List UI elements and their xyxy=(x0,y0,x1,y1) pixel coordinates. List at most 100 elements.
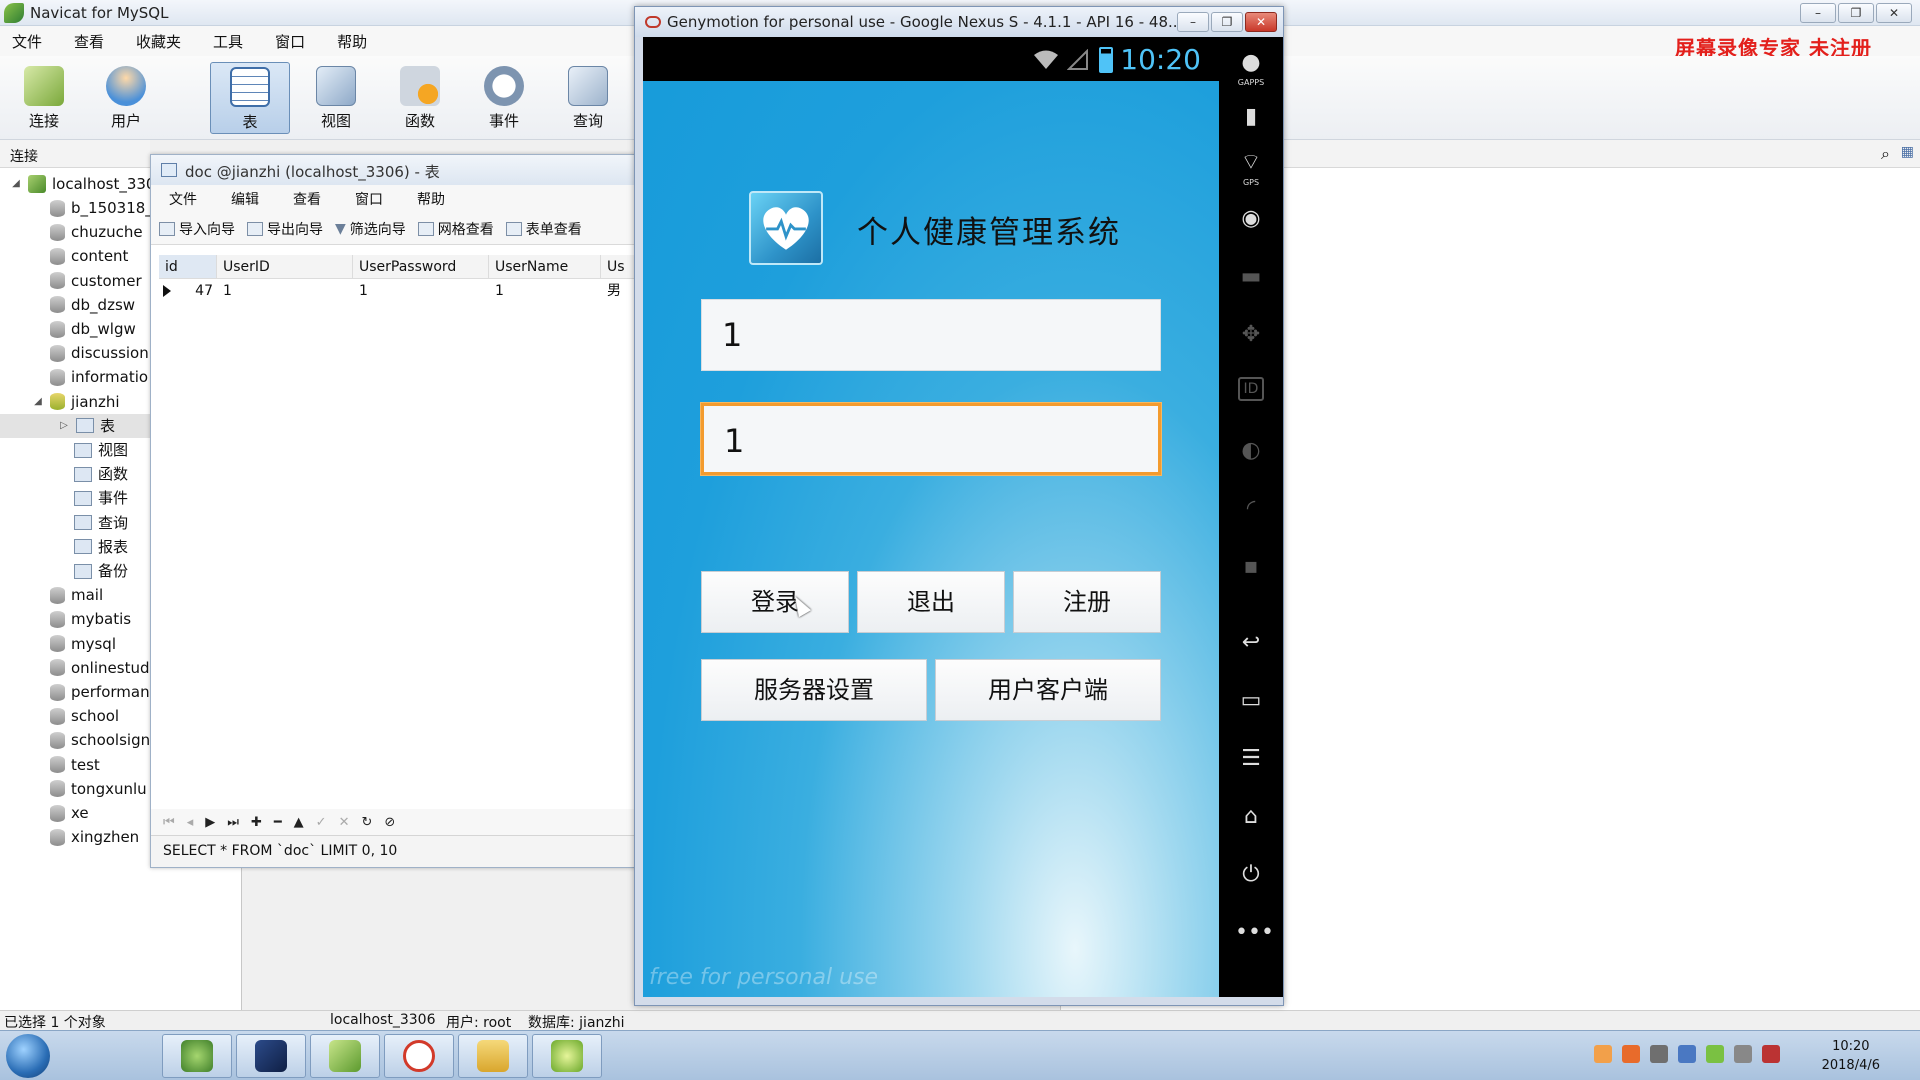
taskbar-explorer[interactable] xyxy=(458,1034,528,1078)
tree-database[interactable]: informatio xyxy=(50,365,148,389)
device-id-icon[interactable]: ID xyxy=(1238,377,1264,401)
cell-userid[interactable]: 1 xyxy=(217,279,353,303)
tree-database[interactable]: db_dzsw xyxy=(50,293,135,317)
taskbar-navicat[interactable] xyxy=(310,1034,380,1078)
tree-database[interactable]: b_150318_ xyxy=(50,196,153,220)
doc-menu-help[interactable]: 帮助 xyxy=(405,189,457,209)
column-header-username[interactable]: UserName xyxy=(489,255,601,279)
collapse-icon[interactable]: ◢ xyxy=(32,390,44,414)
tree-database[interactable]: performan xyxy=(50,680,150,704)
tree-database[interactable]: mail xyxy=(50,583,103,607)
register-button[interactable]: 注册 xyxy=(1013,571,1161,633)
delete-record-icon[interactable]: ━ xyxy=(274,815,282,830)
tree-database[interactable]: mysql xyxy=(50,632,116,656)
collapse-icon[interactable]: ◢ xyxy=(10,172,22,196)
column-header-id[interactable]: id xyxy=(159,255,217,279)
export-wizard-button[interactable]: 导出向导 xyxy=(247,219,323,239)
column-header-userid[interactable]: UserID xyxy=(217,255,353,279)
tree-object-node[interactable]: 事件 xyxy=(74,486,128,510)
gps-icon[interactable]: ⌔ GPS xyxy=(1235,147,1267,187)
doc-menu-file[interactable]: 文件 xyxy=(157,189,209,209)
discard-icon[interactable]: ✕ xyxy=(339,815,350,830)
taskbar-genymotion[interactable] xyxy=(384,1034,454,1078)
server-settings-button[interactable]: 服务器设置 xyxy=(701,659,927,721)
tree-database[interactable]: content xyxy=(50,244,128,268)
username-field[interactable]: 1 xyxy=(701,299,1161,371)
menu-file[interactable]: 文件 xyxy=(0,31,54,52)
tree-database[interactable]: mybatis xyxy=(50,607,131,631)
close-button[interactable]: ✕ xyxy=(1876,3,1912,23)
tree-database[interactable]: onlinestud xyxy=(50,656,149,680)
cell-username[interactable]: 1 xyxy=(489,279,601,303)
tree-database[interactable]: xe xyxy=(50,801,89,825)
tree-database[interactable]: xingzhen xyxy=(50,825,139,849)
menu-tools[interactable]: 工具 xyxy=(201,31,255,52)
volume-icon[interactable] xyxy=(1734,1045,1752,1063)
tree-object-node[interactable]: 报表 xyxy=(74,535,128,559)
tray-ime-icon[interactable] xyxy=(1594,1045,1612,1063)
toolbar-table-button[interactable]: 表 xyxy=(210,62,290,134)
power-icon[interactable]: ⏻ xyxy=(1235,859,1267,891)
battery-widget-icon[interactable]: ▮ xyxy=(1235,101,1267,133)
taskbar-clock[interactable]: 10:20 2018/4/6 xyxy=(1822,1037,1880,1075)
webcam-icon[interactable]: ◉ xyxy=(1235,203,1267,235)
tree-server[interactable]: ◢ localhost_3306 xyxy=(10,172,165,196)
cell-us[interactable]: 男 xyxy=(601,279,635,303)
tree-database[interactable]: discussion xyxy=(50,341,149,365)
menu-icon[interactable]: ☰ xyxy=(1235,743,1267,775)
doc-menu-window[interactable]: 窗口 xyxy=(343,189,395,209)
refresh-icon[interactable]: ↻ xyxy=(361,815,372,830)
toolbar-query-button[interactable]: 查询 xyxy=(548,62,628,134)
network-icon[interactable]: ◜ xyxy=(1235,493,1267,525)
cell-userpassword[interactable]: 1 xyxy=(353,279,489,303)
search-icon[interactable]: ⌕ xyxy=(1881,144,1890,164)
last-record-icon[interactable]: ⏭ xyxy=(227,815,239,830)
toolbar-event-button[interactable]: 事件 xyxy=(464,62,544,134)
remote-control-icon[interactable]: ✥ xyxy=(1235,319,1267,351)
tray-device-icon[interactable] xyxy=(1650,1045,1668,1063)
tree-database[interactable]: db_wlgw xyxy=(50,317,136,341)
home-icon[interactable]: ⌂ xyxy=(1235,801,1267,833)
tree-database[interactable]: customer xyxy=(50,269,142,293)
capture-icon[interactable]: ▬ xyxy=(1235,261,1267,293)
more-icon[interactable]: ••• xyxy=(1235,917,1274,949)
menu-view[interactable]: 查看 xyxy=(62,31,116,52)
next-record-icon[interactable]: ▶ xyxy=(205,815,215,830)
minimize-button[interactable]: – xyxy=(1177,12,1209,32)
user-client-button[interactable]: 用户客户端 xyxy=(935,659,1161,721)
form-view-button[interactable]: 表单查看 xyxy=(505,219,582,239)
filter-wizard-button[interactable]: ▼ 筛选向导 xyxy=(335,219,406,239)
tray-recorder-icon[interactable] xyxy=(1706,1045,1724,1063)
toolbar-connection-button[interactable]: 连接 xyxy=(4,62,84,134)
start-button[interactable] xyxy=(6,1034,50,1078)
expand-icon[interactable]: ▷ xyxy=(58,414,70,438)
first-record-icon[interactable]: ⏮ xyxy=(163,815,175,830)
tree-object-node[interactable]: 函数 xyxy=(74,462,128,486)
restore-button[interactable]: ❐ xyxy=(1211,12,1243,32)
import-wizard-button[interactable]: 导入向导 xyxy=(159,219,235,239)
disk-io-icon[interactable]: ◐ xyxy=(1235,435,1267,467)
tray-flag-icon[interactable] xyxy=(1762,1045,1780,1063)
menu-window[interactable]: 窗口 xyxy=(263,31,317,52)
taskbar-recorder[interactable] xyxy=(532,1034,602,1078)
tree-object-node[interactable]: 备份 xyxy=(74,559,128,583)
password-field[interactable]: 1 xyxy=(701,403,1161,475)
tree-object-node[interactable]: 视图 xyxy=(74,438,128,462)
apply-icon[interactable]: ✓ xyxy=(316,815,327,830)
cell-id[interactable]: 47 xyxy=(159,279,217,303)
taskbar-eclipse[interactable] xyxy=(236,1034,306,1078)
minimize-button[interactable]: – xyxy=(1800,3,1836,23)
column-header-us[interactable]: Us xyxy=(601,255,635,279)
add-record-icon[interactable]: ✚ xyxy=(251,815,262,830)
tree-database[interactable]: school xyxy=(50,704,119,728)
tray-network-icon[interactable] xyxy=(1678,1045,1696,1063)
tree-database[interactable]: test xyxy=(50,753,100,777)
toolbar-function-button[interactable]: 函数 xyxy=(380,62,460,134)
menu-help[interactable]: 帮助 xyxy=(325,31,379,52)
toolbar-view-button[interactable]: 视图 xyxy=(296,62,376,134)
grid-view-icon[interactable]: ▦ xyxy=(1901,144,1914,160)
exit-button[interactable]: 退出 xyxy=(857,571,1005,633)
gapps-icon[interactable]: ● GAPPS xyxy=(1235,47,1267,87)
stop-icon[interactable]: ⊘ xyxy=(384,815,395,830)
tree-database[interactable]: tongxunlu xyxy=(50,777,147,801)
